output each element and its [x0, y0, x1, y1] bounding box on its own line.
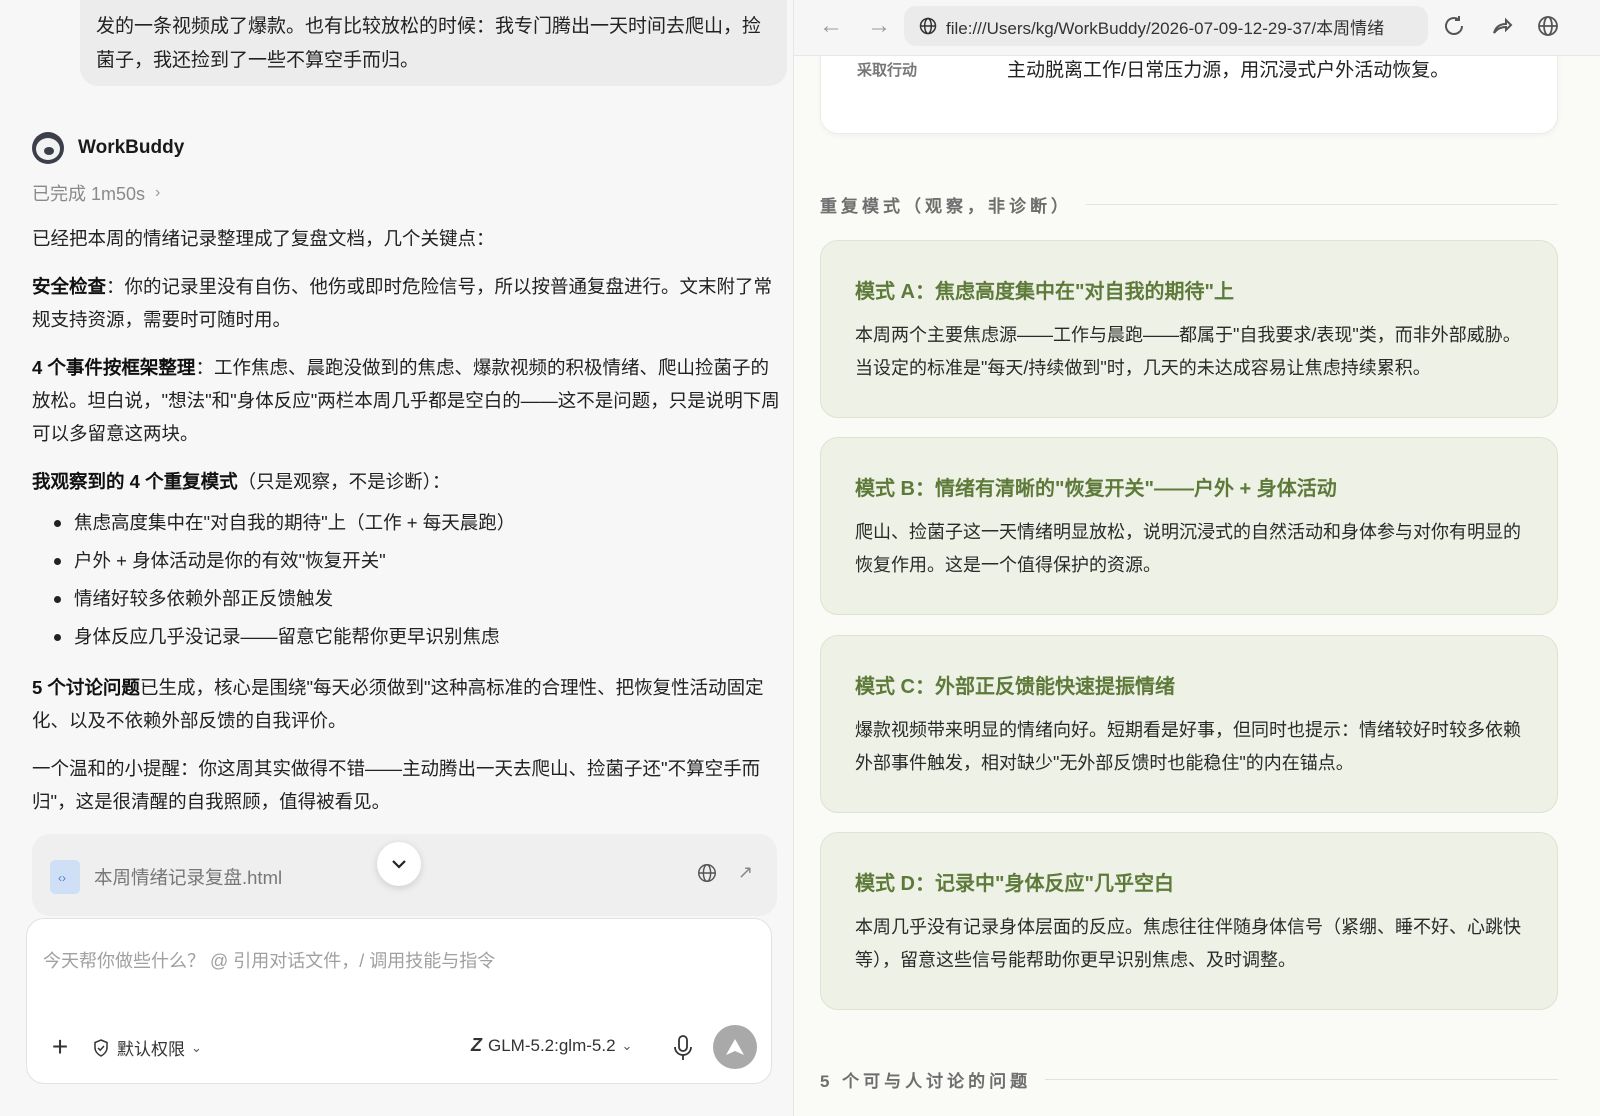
- globe-icon: [919, 17, 937, 35]
- patterns-list: 焦虑高度集中在"对自我的期待"上（工作 + 每天晨跑） 户外 + 身体活动是你的…: [52, 504, 772, 656]
- add-attachment-button[interactable]: +: [47, 1033, 73, 1063]
- message-input[interactable]: [43, 931, 743, 991]
- chat-panel: 发的一条视频成了爆款。也有比较放松的时候：我专门腾出一天时间去爬山，捡菌子，我还…: [0, 0, 810, 1116]
- section-title-text: 5 个可与人讨论的问题: [820, 1072, 1032, 1091]
- scroll-to-bottom-button[interactable]: [377, 842, 421, 886]
- reply-patterns: 我观察到的 4 个重复模式（只是观察，不是诊断）：: [32, 465, 782, 498]
- send-button[interactable]: [713, 1025, 757, 1069]
- list-item: 情绪好较多依赖外部正反馈触发: [52, 580, 772, 618]
- globe-icon[interactable]: [1536, 14, 1560, 38]
- reply-intro: 已经把本周的情绪记录整理成了复盘文档，几个关键点：: [32, 222, 782, 255]
- list-item: 焦虑高度集中在"对自我的期待"上（工作 + 每天晨跑）: [52, 504, 772, 542]
- reply-reminder: 一个温和的小提醒：你这周其实做得不错——主动腾出一天去爬山、捡菌子还"不算空手而…: [32, 752, 782, 818]
- list-item: 户外 + 身体活动是你的有效"恢复开关": [52, 542, 772, 580]
- list-item: 身体反应几乎没记录——留意它能帮你更早识别焦虑: [52, 618, 772, 656]
- message-composer: + 默认权限 ⌄ Z GLM-5.2:glm-5.2 ⌄: [26, 918, 772, 1084]
- action-value: 主动脱离工作/日常压力源，用沉浸式户外活动恢复。: [1007, 60, 1450, 81]
- pattern-title: 模式 B：情绪有清晰的"恢复开关"——户外 + 身体活动: [855, 478, 1337, 500]
- file-name: 本周情绪记录复盘.html: [94, 867, 283, 888]
- browser-toolbar: ← → file:///Users/kg/WorkBuddy/2026-07-0…: [794, 0, 1600, 56]
- pattern-body: 爬山、捡菌子这一天情绪明显放松，说明沉浸式的自然活动和身体参与对你有明显的恢复作…: [855, 522, 1521, 575]
- reply-intro-text: 已经把本周的情绪记录整理成了复盘文档，几个关键点：: [32, 228, 495, 249]
- address-bar[interactable]: file:///Users/kg/WorkBuddy/2026-07-09-12…: [904, 6, 1428, 46]
- microphone-icon[interactable]: [671, 1033, 695, 1063]
- bot-avatar: [32, 132, 64, 164]
- chevron-down-icon: ⌄: [621, 1037, 633, 1053]
- pattern-title: 模式 C：外部正反馈能快速提振情绪: [855, 676, 1175, 698]
- reminder-text: 一个温和的小提醒：你这周其实做得不错——主动腾出一天去爬山、捡菌子还"不算空手而…: [32, 758, 761, 812]
- task-status[interactable]: 已完成 1m50s ›: [32, 180, 160, 206]
- safety-text: ：你的记录里没有自伤、他伤或即时危险信号，所以按普通复盘进行。文末附了常规支持资…: [32, 276, 773, 330]
- reply-events: 4 个事件按框架整理：工作焦虑、晨跑没做到的焦虑、爆款视频的积极情绪、爬山捡菌子…: [32, 351, 782, 450]
- section-divider: [1086, 204, 1558, 205]
- bot-header: WorkBuddy: [32, 132, 184, 164]
- share-icon[interactable]: [1490, 14, 1514, 38]
- globe-icon[interactable]: [696, 862, 718, 884]
- model-label: GLM-5.2:glm-5.2: [488, 1035, 616, 1055]
- pattern-card: 模式 B：情绪有清晰的"恢复开关"——户外 + 身体活动 爬山、捡菌子这一天情绪…: [820, 437, 1558, 615]
- pattern-title: 模式 A：焦虑高度集中在"对自我的期待"上: [855, 281, 1234, 303]
- pattern-body: 爆款视频带来明显的情绪向好。短期看是好事，但同时也提示：情绪较好时较多依赖外部事…: [855, 720, 1521, 773]
- back-arrow-icon[interactable]: ←: [816, 12, 846, 40]
- section-title-patterns: 重复模式（观察，非诊断）: [820, 192, 1558, 217]
- user-message-bubble: 发的一条视频成了爆款。也有比较放松的时候：我专门腾出一天时间去爬山，捡菌子，我还…: [80, 0, 787, 86]
- section-divider: [1045, 1079, 1558, 1080]
- questions-text: 已生成，核心是围绕"每天必须做到"这种高标准的合理性、把恢复性活动固定化、以及不…: [32, 677, 764, 731]
- forward-arrow-icon[interactable]: →: [864, 12, 894, 40]
- model-logo-icon: Z: [471, 1035, 482, 1055]
- pattern-card: 模式 D：记录中"身体反应"几乎空白 本周几乎没有记录身体层面的反应。焦虑往往伴…: [820, 832, 1558, 1010]
- pattern-body: 本周两个主要焦虑源——工作与晨跑——都属于"自我要求/表现"类，而非外部威胁。当…: [855, 325, 1521, 378]
- questions-label: 5 个讨论问题: [32, 677, 140, 698]
- patterns-label: 我观察到的 4 个重复模式: [32, 471, 238, 492]
- safety-label: 安全检查: [32, 276, 107, 297]
- action-label: 采取行动: [857, 62, 918, 79]
- html-file-icon: [50, 860, 80, 894]
- chevron-down-icon: ⌄: [191, 1039, 202, 1055]
- url-text: file:///Users/kg/WorkBuddy/2026-07-09-12…: [946, 18, 1385, 38]
- task-status-text: 已完成 1m50s: [32, 184, 146, 204]
- events-label: 4 个事件按框架整理: [32, 357, 196, 378]
- pattern-card: 模式 A：焦虑高度集中在"对自我的期待"上 本周两个主要焦虑源——工作与晨跑——…: [820, 240, 1558, 418]
- user-message-text: 发的一条视频成了爆款。也有比较放松的时候：我专门腾出一天时间去爬山，捡菌子，我还…: [96, 16, 762, 71]
- permission-dropdown[interactable]: 默认权限 ⌄: [91, 1035, 202, 1060]
- reply-safety: 安全检查：你的记录里没有自伤、他伤或即时危险信号，所以按普通复盘进行。文末附了常…: [32, 270, 782, 336]
- reply-questions: 5 个讨论问题已生成，核心是围绕"每天必须做到"这种高标准的合理性、把恢复性活动…: [32, 671, 782, 737]
- pattern-body: 本周几乎没有记录身体层面的反应。焦虑往往伴随身体信号（紧绷、睡不好、心跳快等），…: [855, 917, 1521, 970]
- shield-check-icon: [94, 1038, 108, 1057]
- send-arrow-icon: [726, 1039, 744, 1055]
- bot-name: WorkBuddy: [78, 137, 185, 158]
- pattern-card: 模式 C：外部正反馈能快速提振情绪 爆款视频带来明显的情绪向好。短期看是好事，但…: [820, 635, 1558, 813]
- reload-icon[interactable]: [1442, 14, 1466, 38]
- chevron-right-icon: ›: [155, 184, 161, 201]
- section-title-questions: 5 个可与人讨论的问题: [820, 1067, 1558, 1092]
- open-external-icon[interactable]: ↗: [738, 862, 753, 883]
- permission-label: 默认权限: [117, 1040, 185, 1059]
- section-title-text: 重复模式（观察，非诊断）: [820, 197, 1072, 216]
- model-selector[interactable]: Z GLM-5.2:glm-5.2 ⌄: [471, 1035, 632, 1056]
- patterns-text: （只是观察，不是诊断）：: [237, 471, 451, 492]
- browser-panel: 采取行动 主动脱离工作/日常压力源，用沉浸式户外活动恢复。 ← → file:/…: [794, 0, 1600, 1116]
- chevron-down-icon: [392, 860, 406, 869]
- pattern-title: 模式 D：记录中"身体反应"几乎空白: [855, 873, 1174, 895]
